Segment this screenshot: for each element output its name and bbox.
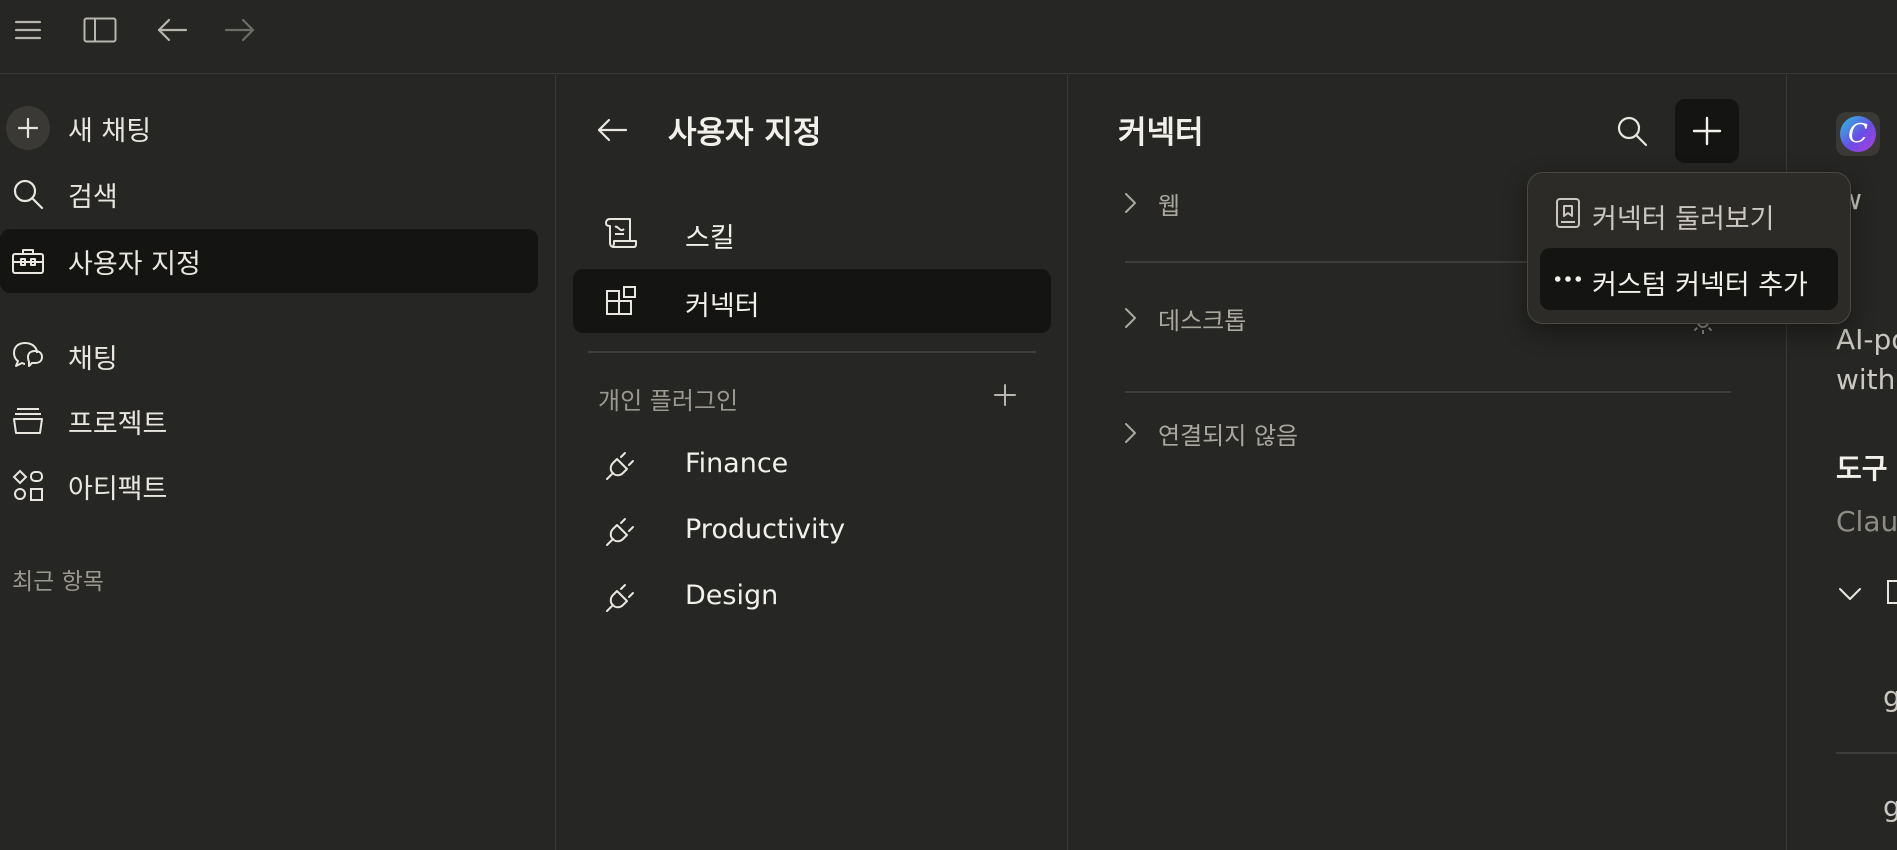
app-icon: C [1836, 112, 1880, 156]
plugin-item-productivity[interactable]: Productivity [573, 499, 1051, 563]
plug-icon [603, 579, 639, 615]
add-plugin-button[interactable] [987, 377, 1023, 413]
divider [1836, 752, 1897, 754]
sidebar-item-projects[interactable]: 프로젝트 [0, 389, 538, 453]
ellipsis-icon [1554, 265, 1582, 293]
plugin-item-finance[interactable]: Finance [573, 433, 1051, 497]
plus-icon [994, 384, 1016, 406]
detail-text: g [1883, 680, 1897, 713]
menu-item-skills[interactable]: 스킬 [573, 201, 1051, 265]
customize-panel: 사용자 지정 스킬 커넥터 개인 플러그인 Finance Productivi… [555, 75, 1067, 850]
chevron-down-icon[interactable] [1836, 580, 1864, 608]
connector-group-label: 데스크톱 [1158, 306, 1247, 335]
plugin-label: Design [685, 580, 779, 611]
artifacts-icon [6, 464, 50, 508]
sidebar: 새 채팅 검색 사용자 지정 채팅 프로젝트 아티팩트 최근 항목 [0, 75, 555, 850]
menu-item-connectors[interactable]: 커넥터 [573, 269, 1051, 333]
detail-text: with [1836, 363, 1896, 396]
sidebar-item-artifacts[interactable]: 아티팩트 [0, 454, 538, 518]
tools-heading: 도구 [1836, 452, 1888, 485]
chevron-right-icon [1125, 193, 1136, 213]
folder-icon [6, 399, 50, 443]
connector-group-not-connected[interactable]: 연결되지 않음 [1118, 413, 1298, 453]
plugins-section-label: 개인 플러그인 [598, 387, 739, 415]
connector-group-web[interactable]: 웹 [1118, 183, 1180, 223]
search-button[interactable]: 검색 [0, 162, 538, 226]
new-chat-button[interactable]: 새 채팅 [0, 96, 538, 160]
sidebar-item-label: 채팅 [68, 343, 118, 375]
add-custom-connector-menu-item[interactable]: 커스텀 커넥터 추가 [1540, 248, 1838, 310]
chat-icon [6, 334, 50, 378]
recents-label: 최근 항목 [12, 569, 104, 595]
arrow-left-icon[interactable] [154, 12, 190, 48]
sidebar-toggle-icon[interactable] [82, 12, 118, 48]
plugin-item-design[interactable]: Design [573, 565, 1051, 629]
sidebar-item-label: 사용자 지정 [68, 248, 201, 280]
chevron-right-icon [1125, 308, 1136, 328]
menu-item-label: 스킬 [685, 223, 735, 254]
divider [1125, 391, 1731, 393]
connectors-title: 커넥터 [1118, 115, 1204, 151]
top-bar [0, 0, 1897, 74]
plug-icon [603, 513, 639, 549]
page-title: 사용자 지정 [668, 115, 822, 151]
sidebar-item-chats[interactable]: 채팅 [0, 324, 538, 388]
hamburger-icon[interactable] [10, 12, 46, 48]
menu-item-label: 커스텀 커넥터 추가 [1592, 270, 1808, 301]
briefcase-icon [6, 239, 50, 283]
add-connector-button[interactable] [1675, 99, 1739, 163]
sidebar-item-label: 프로젝트 [68, 408, 168, 440]
plugin-label: Productivity [685, 514, 846, 545]
menu-item-label: 커넥터 [685, 291, 760, 322]
detail-text: g [1883, 790, 1897, 823]
sidebar-item-label: 아티팩트 [68, 473, 168, 505]
detail-text: Clau [1836, 505, 1897, 538]
search-icon [1617, 116, 1648, 147]
plus-icon [6, 106, 50, 150]
chevron-right-icon [1125, 423, 1136, 443]
connector-group-label: 연결되지 않음 [1158, 421, 1299, 450]
scroll-icon [603, 215, 639, 251]
detail-text: AI-po [1836, 323, 1897, 356]
plus-icon [1692, 116, 1722, 146]
plugin-label: Finance [685, 448, 789, 479]
browse-connectors-menu-item[interactable]: 커넥터 둘러보기 [1540, 182, 1838, 244]
blocks-icon [603, 283, 639, 319]
search-connectors-button[interactable] [1600, 99, 1664, 163]
arrow-left-icon [597, 118, 628, 142]
divider [588, 351, 1036, 353]
sidebar-item-customize[interactable]: 사용자 지정 [0, 229, 538, 293]
book-icon [1554, 198, 1582, 228]
add-connector-menu: 커넥터 둘러보기 커스텀 커넥터 추가 [1527, 172, 1851, 324]
arrow-right-icon[interactable] [222, 12, 258, 48]
connector-group-label: 웹 [1158, 191, 1181, 220]
search-label: 검색 [68, 181, 118, 213]
menu-item-label: 커넥터 둘러보기 [1592, 204, 1775, 235]
new-chat-label: 새 채팅 [68, 115, 152, 147]
back-button[interactable] [596, 105, 628, 155]
search-icon [6, 172, 50, 216]
connector-group-desktop[interactable]: 데스크톱 [1118, 298, 1246, 338]
app-icon-letter: C [1848, 119, 1868, 149]
partial-label [1887, 580, 1897, 604]
plug-icon [603, 447, 639, 483]
